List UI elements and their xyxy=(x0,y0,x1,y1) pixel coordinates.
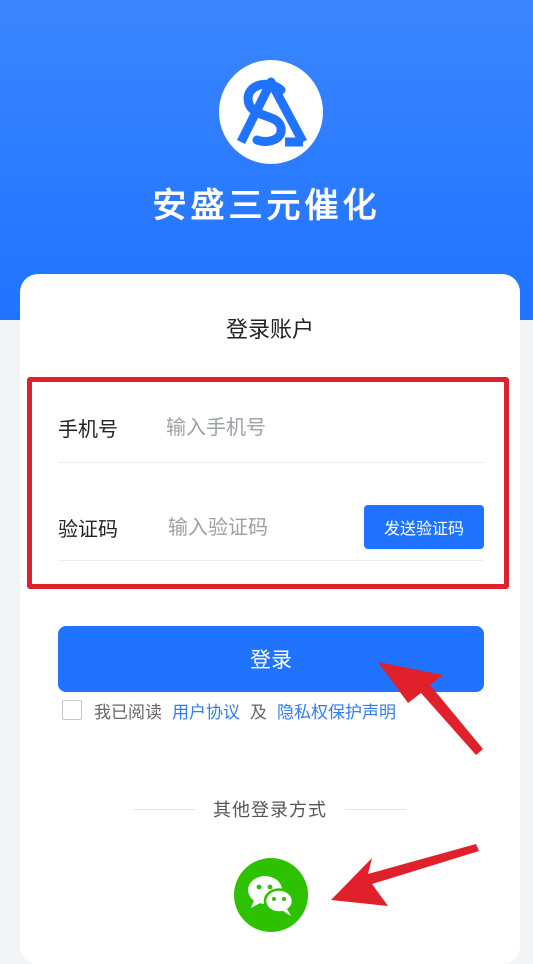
other-login-label: 其他登录方式 xyxy=(213,800,327,821)
other-login-divider: 其他登录方式 xyxy=(134,796,406,822)
divider-line-left xyxy=(134,808,195,810)
agreement-checkbox[interactable] xyxy=(62,700,82,720)
header-banner: 安盛三元催化 xyxy=(0,0,533,320)
divider-line-right xyxy=(345,808,406,810)
wechat-icon[interactable] xyxy=(234,858,308,932)
brand-name: 安盛三元催化 xyxy=(152,186,381,226)
agreement-and: 及 xyxy=(250,702,267,723)
arrow-to-login-icon xyxy=(378,662,483,755)
agreement-prefix: 我已阅读 xyxy=(94,702,162,723)
highlight-box xyxy=(27,377,509,589)
arrow-to-wechat-icon xyxy=(331,844,479,906)
user-agreement-link[interactable]: 用户协议 xyxy=(172,698,240,723)
page-title: 登录账户 xyxy=(225,318,314,343)
sa-logo-icon xyxy=(219,60,323,164)
